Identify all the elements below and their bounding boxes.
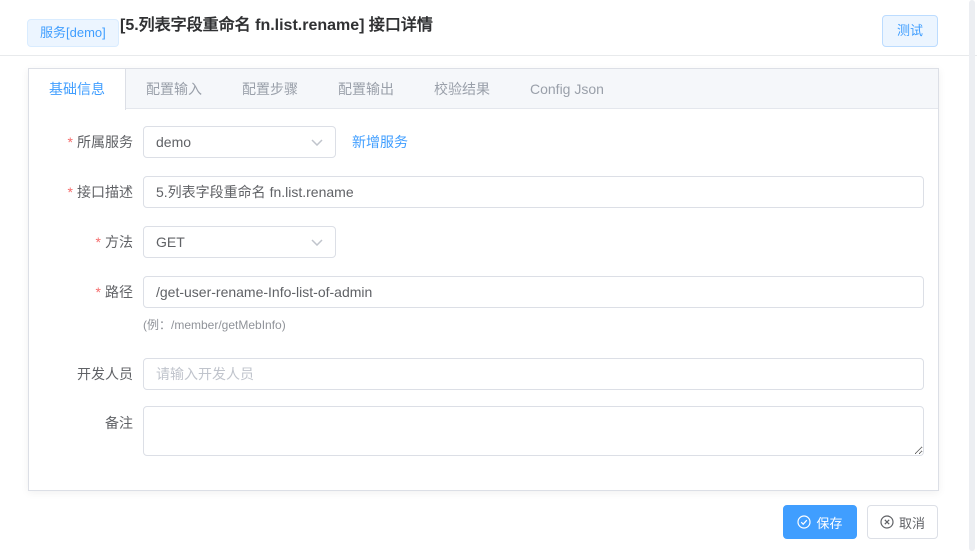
chevron-down-icon (311, 138, 323, 146)
page-title: [5.列表字段重命名 fn.list.rename] 接口详情 (120, 17, 433, 34)
form-row-remark: 备注 (29, 406, 133, 438)
add-service-link[interactable]: 新增服务 (352, 132, 408, 152)
form-row-path: * 路径 (29, 276, 924, 308)
tab-config-json[interactable]: Config Json (510, 69, 624, 109)
service-select[interactable]: demo (143, 126, 336, 158)
chevron-down-icon (311, 238, 323, 246)
tabs-header: 基础信息 配置输入 配置步骤 配置输出 校验结果 Config Json (29, 69, 938, 110)
remark-textarea[interactable] (143, 406, 924, 456)
circle-close-icon (880, 515, 894, 529)
save-button[interactable]: 保存 (783, 505, 857, 539)
page-header: 服务[demo] [5.列表字段重命名 fn.list.rename] 接口详情… (0, 0, 977, 56)
developer-input[interactable] (143, 358, 924, 390)
circle-check-icon (797, 515, 812, 529)
tab-config-input[interactable]: 配置输入 (126, 69, 222, 109)
required-marker: * (67, 184, 73, 200)
developer-label: 开发人员 (77, 366, 133, 382)
form-row-method: * 方法 GET (29, 226, 336, 258)
required-marker: * (67, 134, 73, 150)
method-label: * 方法 (95, 234, 133, 250)
service-badge[interactable]: 服务[demo] (27, 19, 119, 47)
tab-config-steps[interactable]: 配置步骤 (222, 69, 318, 109)
service-label: * 所属服务 (67, 134, 133, 150)
description-input[interactable] (143, 176, 924, 208)
remark-label: 备注 (105, 415, 133, 431)
method-select[interactable]: GET (143, 226, 336, 258)
test-button[interactable]: 测试 (882, 15, 938, 47)
detail-card: 基础信息 配置输入 配置步骤 配置输出 校验结果 Config Json * 所属… (28, 68, 939, 491)
tab-config-output[interactable]: 配置输出 (318, 69, 414, 109)
save-button-label: 保存 (816, 515, 843, 531)
cancel-button-label: 取消 (898, 515, 925, 531)
path-label: * 路径 (95, 284, 133, 300)
form-row-description: * 接口描述 (29, 176, 924, 208)
path-input[interactable] (143, 276, 924, 308)
cancel-button[interactable]: 取消 (867, 505, 938, 539)
form-row-service: * 所属服务 demo 新增服务 (29, 126, 408, 158)
required-marker: * (95, 284, 101, 300)
description-label: * 接口描述 (67, 184, 133, 200)
required-marker: * (95, 234, 101, 250)
form-row-developer: 开发人员 (29, 358, 924, 390)
scrollbar[interactable] (969, 0, 975, 551)
path-hint: (例：/member/getMebInfo) (143, 318, 286, 332)
tab-validation-result[interactable]: 校验结果 (414, 69, 510, 109)
method-select-value: GET (156, 234, 185, 250)
service-select-value: demo (156, 134, 192, 150)
tab-basic-info[interactable]: 基础信息 (29, 69, 126, 110)
